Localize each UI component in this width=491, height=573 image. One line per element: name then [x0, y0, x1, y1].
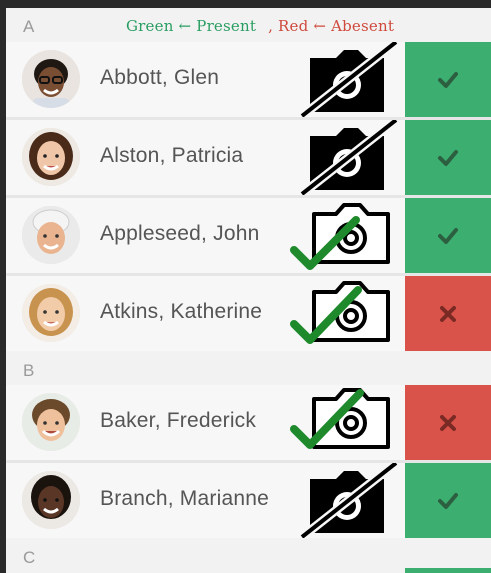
camera-icon[interactable] — [288, 198, 406, 273]
checkmark-icon — [438, 492, 458, 509]
next-status-toggle[interactable] — [405, 568, 491, 573]
present-toggle[interactable] — [405, 42, 491, 117]
checkmark-icon — [438, 227, 458, 244]
list-item[interactable]: Abbott, Glen — [6, 38, 491, 120]
legend-absent: , Red ← Abesent — [268, 17, 395, 35]
person-name: Abbott, Glen — [100, 66, 220, 89]
section-letter: C — [23, 548, 36, 567]
checkmark-icon — [438, 71, 458, 88]
person-name: Branch, Marianne — [100, 487, 269, 510]
camera-icon[interactable] — [288, 385, 406, 460]
avatar — [22, 50, 80, 108]
list-item[interactable]: Atkins, Katherine — [6, 276, 491, 351]
present-toggle[interactable] — [405, 120, 491, 195]
section-letter: A — [23, 17, 35, 36]
color-legend: Green ← Present , Red ← Abesent — [126, 17, 394, 35]
legend-present: Green ← Present — [126, 17, 257, 35]
person-name: Appleseed, John — [100, 222, 260, 245]
attendance-list: A Green ← Present , Red ← Abesent Abbott,… — [6, 8, 491, 573]
camera-icon[interactable] — [288, 276, 406, 351]
camera-off-icon[interactable] — [288, 116, 406, 198]
checkmark-icon — [438, 149, 458, 166]
list-item[interactable]: Alston, Patricia — [6, 116, 491, 198]
avatar — [22, 206, 80, 264]
present-toggle[interactable] — [405, 198, 491, 273]
list-item[interactable]: Branch, Marianne — [6, 459, 491, 541]
section-letter: B — [23, 361, 35, 380]
avatar — [22, 284, 80, 342]
person-name: Alston, Patricia — [100, 144, 244, 167]
list-item[interactable]: Baker, Frederick — [6, 385, 491, 460]
present-toggle[interactable] — [405, 463, 491, 538]
section-header-c: C — [6, 538, 491, 572]
person-name: Baker, Frederick — [100, 409, 257, 432]
cross-icon — [440, 305, 456, 322]
person-name: Atkins, Katherine — [100, 300, 263, 323]
list-item[interactable]: Appleseed, John — [6, 198, 491, 273]
absent-toggle[interactable] — [405, 385, 491, 460]
camera-off-icon[interactable] — [288, 459, 406, 541]
avatar — [22, 393, 80, 451]
camera-off-icon[interactable] — [288, 38, 406, 120]
avatar — [22, 128, 80, 186]
avatar — [22, 471, 80, 529]
section-header-a: A Green ← Present , Red ← Abesent — [6, 8, 491, 42]
absent-toggle[interactable] — [405, 276, 491, 351]
section-header-b: B — [6, 351, 491, 385]
cross-icon — [440, 414, 456, 431]
